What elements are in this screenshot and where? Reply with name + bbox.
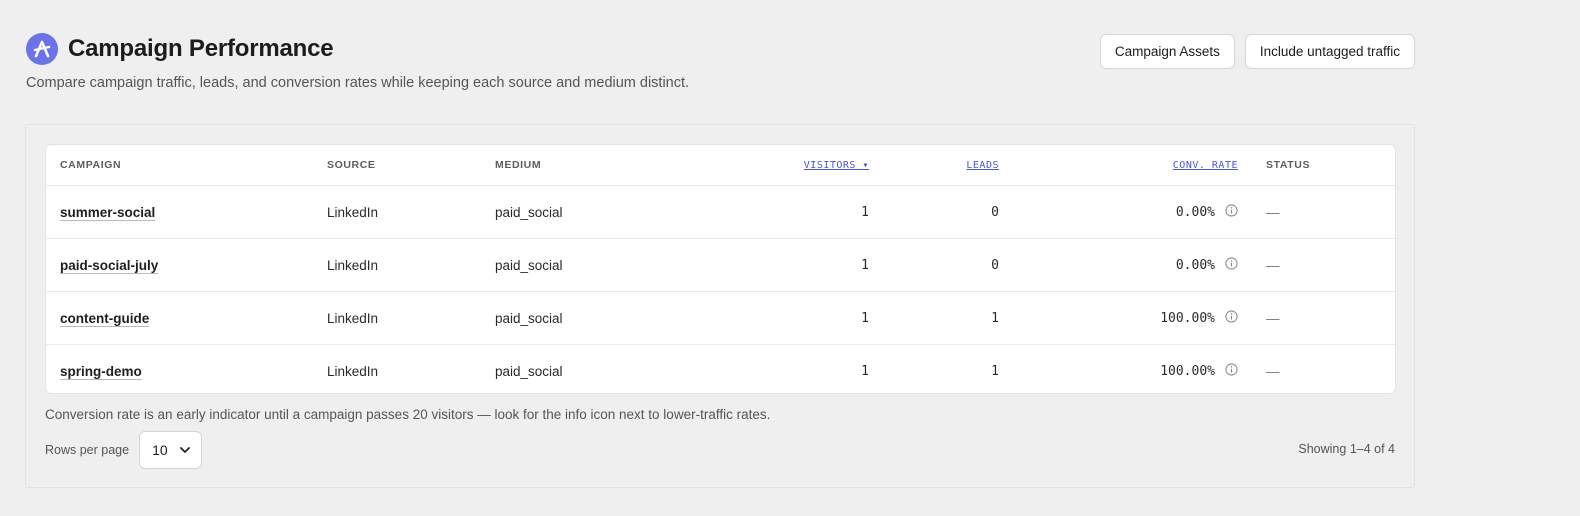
visitors-cell: 1 — [735, 185, 869, 239]
campaign-cell: spring-demo — [46, 345, 327, 394]
sort-leads-link[interactable]: LEADS — [966, 160, 999, 171]
table-row: spring-demo LinkedIn paid_social 1 1 100… — [46, 345, 1395, 394]
column-header-conv-rate[interactable]: CONV. RATE — [999, 145, 1238, 186]
status-value: — — [1266, 257, 1280, 273]
status-value: — — [1266, 310, 1280, 326]
leads-cell: 0 — [869, 238, 999, 292]
medium-cell: paid_social — [495, 238, 735, 292]
conv-rate-cell: 100.00% — [999, 291, 1238, 345]
table-row: content-guide LinkedIn paid_social 1 1 1… — [46, 291, 1395, 345]
visitors-cell: 1 — [735, 238, 869, 292]
status-cell: — — [1238, 185, 1395, 239]
column-header-source: SOURCE — [327, 145, 495, 186]
info-icon[interactable] — [1225, 309, 1238, 327]
medium-cell: paid_social — [495, 185, 735, 239]
conv-rate-value: 0.00% — [1175, 204, 1215, 220]
campaign-table-card: CAMPAIGN SOURCE MEDIUM VISITORS ▾ LEADS … — [45, 144, 1396, 394]
column-header-visitors[interactable]: VISITORS ▾ — [735, 145, 869, 186]
conv-rate-value: 100.00% — [1160, 363, 1215, 379]
campaign-cell: paid-social-july — [46, 238, 327, 292]
status-value: — — [1266, 363, 1280, 379]
campaign-link[interactable]: summer-social — [60, 205, 155, 220]
table-row: summer-social LinkedIn paid_social 1 0 0… — [46, 185, 1395, 239]
column-header-status: STATUS — [1238, 145, 1395, 186]
table-row: paid-social-july LinkedIn paid_social 1 … — [46, 238, 1395, 292]
chevron-down-icon — [180, 447, 190, 453]
status-cell: — — [1238, 345, 1395, 394]
info-icon[interactable] — [1225, 362, 1238, 380]
leads-cell: 1 — [991, 363, 999, 379]
campaign-link[interactable]: spring-demo — [60, 364, 142, 379]
rows-per-page-value: 10 — [152, 442, 168, 458]
conversion-rate-note: Conversion rate is an early indicator un… — [45, 407, 771, 422]
conv-rate-cell: 100.00% — [999, 345, 1238, 394]
sort-visitors-link[interactable]: VISITORS ▾ — [804, 160, 869, 171]
status-cell: — — [1238, 238, 1395, 292]
campaign-table: CAMPAIGN SOURCE MEDIUM VISITORS ▾ LEADS … — [46, 145, 1395, 394]
column-header-campaign: CAMPAIGN — [46, 145, 327, 186]
leads-cell: 0 — [869, 185, 999, 239]
page-subtitle: Compare campaign traffic, leads, and con… — [26, 75, 690, 91]
status-value: — — [1266, 204, 1280, 220]
source-cell: LinkedIn — [327, 363, 379, 379]
page-header: Campaign Performance Compare campaign tr… — [26, 33, 689, 91]
pagination-summary: Showing 1–4 of 4 — [1298, 442, 1395, 456]
sort-conv-rate-link[interactable]: CONV. RATE — [1173, 160, 1238, 171]
column-header-medium: MEDIUM — [495, 145, 735, 186]
leads-cell: 1 — [869, 291, 999, 345]
campaign-cell: content-guide — [46, 291, 327, 345]
info-icon[interactable] — [1225, 203, 1238, 221]
column-header-leads[interactable]: LEADS — [869, 145, 999, 186]
visitors-cell: 1 — [735, 291, 869, 345]
campaign-link[interactable]: paid-social-july — [60, 258, 158, 273]
conv-rate-value: 100.00% — [1160, 310, 1215, 326]
table-panel: CAMPAIGN SOURCE MEDIUM VISITORS ▾ LEADS … — [25, 124, 1415, 488]
source-cell: LinkedIn — [327, 291, 495, 345]
medium-cell: paid_social — [495, 291, 735, 345]
status-cell: — — [1238, 291, 1395, 345]
table-header-row: CAMPAIGN SOURCE MEDIUM VISITORS ▾ LEADS … — [46, 145, 1395, 186]
campaign-link[interactable]: content-guide — [60, 311, 149, 326]
medium-cell: paid_social — [495, 363, 563, 379]
source-cell: LinkedIn — [327, 185, 495, 239]
conv-rate-cell: 0.00% — [999, 238, 1238, 292]
conv-rate-cell: 0.00% — [999, 185, 1238, 239]
brand-logo-icon — [26, 33, 58, 65]
header-actions: Campaign Assets Include untagged traffic — [1099, 34, 1415, 69]
campaign-cell: summer-social — [46, 185, 327, 239]
rows-per-page-label: Rows per page — [45, 443, 130, 457]
visitors-cell: 1 — [861, 363, 869, 379]
conv-rate-value: 0.00% — [1175, 257, 1215, 273]
rows-per-page: Rows per page 10 — [45, 431, 203, 469]
rows-per-page-select[interactable]: 10 — [139, 431, 203, 469]
page-title: Campaign Performance — [68, 35, 334, 62]
source-cell: LinkedIn — [327, 238, 495, 292]
include-untagged-traffic-button[interactable]: Include untagged traffic — [1244, 34, 1415, 69]
info-icon[interactable] — [1225, 256, 1238, 274]
campaign-assets-button[interactable]: Campaign Assets — [1099, 34, 1235, 69]
